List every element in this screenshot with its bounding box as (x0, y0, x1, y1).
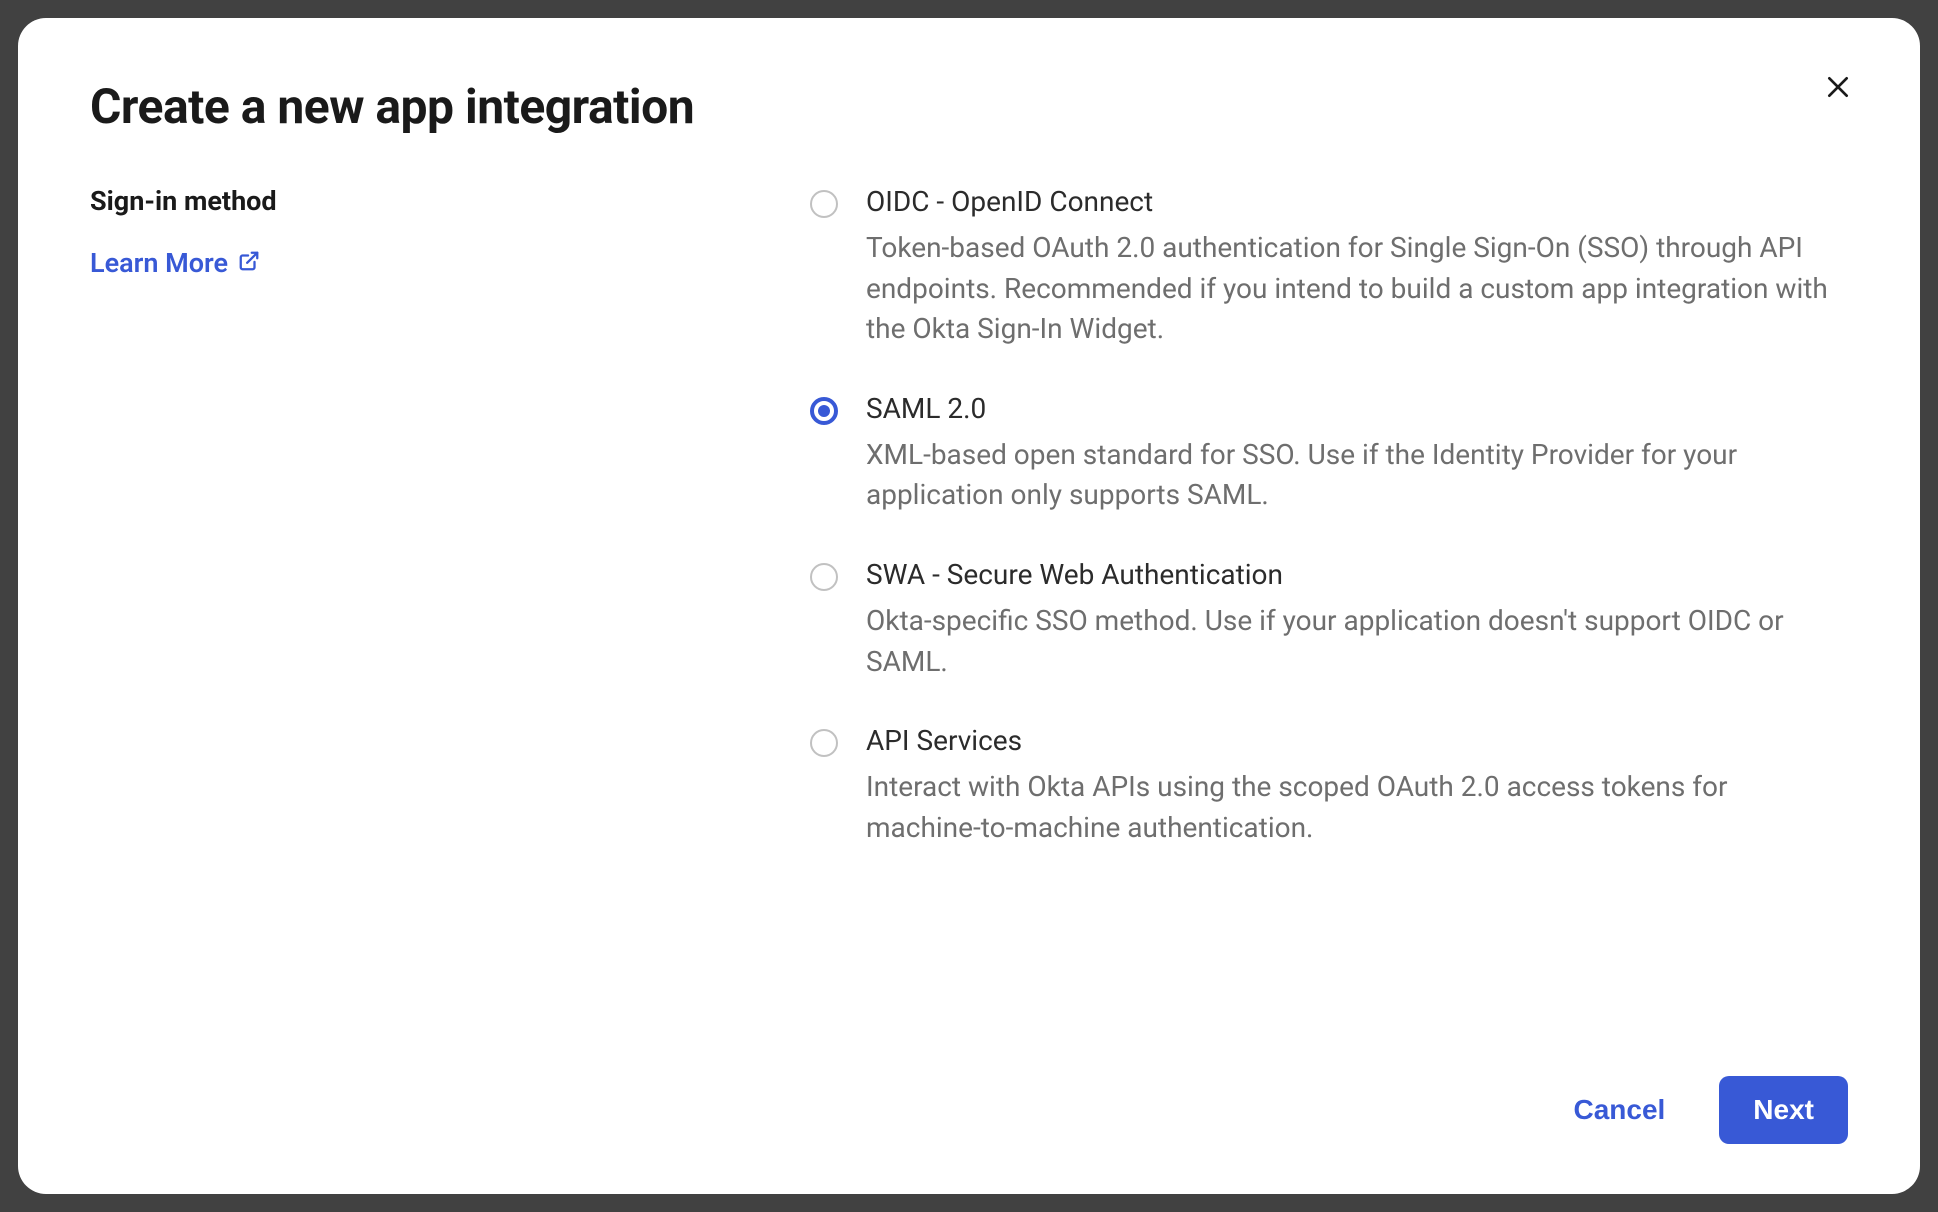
radio-title: SWA - Secure Web Authentication (866, 558, 1848, 591)
radio-option-api-services[interactable]: API Services Interact with Okta APIs usi… (810, 724, 1848, 848)
radio-content: SAML 2.0 XML-based open standard for SSO… (866, 392, 1848, 516)
radio-description: Token-based OAuth 2.0 authentication for… (866, 228, 1848, 350)
radio-description: Interact with Okta APIs using the scoped… (866, 767, 1848, 848)
external-link-icon (238, 247, 260, 279)
learn-more-text: Learn More (90, 247, 228, 279)
radio-option-oidc[interactable]: OIDC - OpenID Connect Token-based OAuth … (810, 185, 1848, 350)
modal-header: Create a new app integration (90, 78, 1848, 135)
radio-input-oidc[interactable] (810, 190, 838, 218)
modal-footer: Cancel Next (90, 1076, 1848, 1144)
radio-option-saml[interactable]: SAML 2.0 XML-based open standard for SSO… (810, 392, 1848, 516)
left-column: Sign-in method Learn More (90, 185, 770, 1036)
close-button[interactable] (1818, 68, 1858, 108)
next-button[interactable]: Next (1719, 1076, 1848, 1144)
radio-option-swa[interactable]: SWA - Secure Web Authentication Okta-spe… (810, 558, 1848, 682)
create-app-integration-modal: Create a new app integration Sign-in met… (18, 18, 1920, 1194)
radio-description: XML-based open standard for SSO. Use if … (866, 435, 1848, 516)
radio-title: API Services (866, 724, 1848, 757)
radio-input-api-services[interactable] (810, 729, 838, 757)
radio-input-saml[interactable] (810, 397, 838, 425)
radio-title: OIDC - OpenID Connect (866, 185, 1848, 218)
radio-content: API Services Interact with Okta APIs usi… (866, 724, 1848, 848)
radio-content: SWA - Secure Web Authentication Okta-spe… (866, 558, 1848, 682)
radio-input-swa[interactable] (810, 563, 838, 591)
radio-description: Okta-specific SSO method. Use if your ap… (866, 601, 1848, 682)
section-label: Sign-in method (90, 185, 770, 217)
cancel-button[interactable]: Cancel (1549, 1078, 1689, 1142)
learn-more-link[interactable]: Learn More (90, 247, 260, 279)
radio-title: SAML 2.0 (866, 392, 1848, 425)
close-icon (1825, 74, 1851, 103)
modal-backdrop: Create a new app integration Sign-in met… (0, 0, 1938, 1212)
modal-title: Create a new app integration (90, 78, 1848, 135)
radio-content: OIDC - OpenID Connect Token-based OAuth … (866, 185, 1848, 350)
modal-body: Sign-in method Learn More (90, 185, 1848, 1036)
right-column: OIDC - OpenID Connect Token-based OAuth … (810, 185, 1848, 1036)
